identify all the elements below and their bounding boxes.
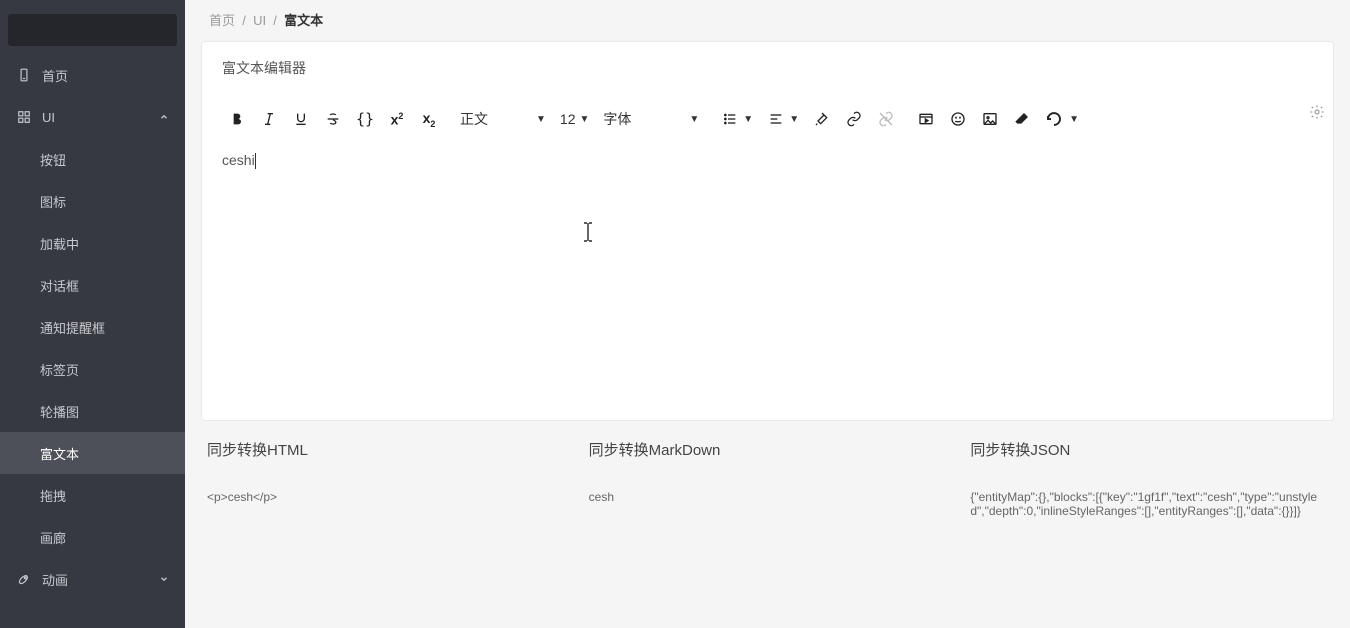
font-family-value: 字体 xyxy=(603,109,631,129)
sidebar-item-gallery[interactable]: 画廊 xyxy=(0,516,185,558)
image-button[interactable] xyxy=(975,104,1005,134)
sidebar-item-icon[interactable]: 图标 xyxy=(0,180,185,222)
text-cursor-icon xyxy=(582,222,594,242)
sidebar-item-carousel[interactable]: 轮播图 xyxy=(0,390,185,432)
sidebar-item-label: 首页 xyxy=(42,66,68,85)
breadcrumb-link[interactable]: UI xyxy=(253,13,266,28)
sidebar-item-drag[interactable]: 拖拽 xyxy=(0,474,185,516)
sidebar-item-label: 轮播图 xyxy=(40,402,79,421)
sidebar-item-animation[interactable]: 动画 xyxy=(0,558,185,600)
rocket-icon xyxy=(16,571,32,587)
strikethrough-button[interactable] xyxy=(318,104,348,134)
breadcrumb-link[interactable]: 首页 xyxy=(209,13,235,28)
gear-icon[interactable] xyxy=(1309,104,1325,120)
sidebar-item-notification[interactable]: 通知提醒框 xyxy=(0,306,185,348)
output-html: 同步转换HTML <p>cesh</p> xyxy=(207,439,565,518)
sidebar-item-label: 动画 xyxy=(42,570,68,589)
unlink-button[interactable] xyxy=(871,104,901,134)
editor-text: ceshi xyxy=(222,152,255,168)
sidebar-item-home[interactable]: 首页 xyxy=(0,54,185,96)
code-button[interactable]: {} xyxy=(350,104,380,134)
output-panels: 同步转换HTML <p>cesh</p> 同步转换MarkDown cesh 同… xyxy=(185,421,1350,536)
main-content: 首页 / UI / 富文本 富文本编辑器 {} x2 x2 正文 ▼ 12▼ xyxy=(185,0,1350,628)
sidebar-item-label: 对话框 xyxy=(40,276,79,295)
media-button[interactable] xyxy=(911,104,941,134)
sidebar-item-label: 图标 xyxy=(40,192,66,211)
caret-down-icon[interactable]: ▼ xyxy=(743,114,753,125)
file-icon xyxy=(16,67,32,83)
output-body: cesh xyxy=(589,490,947,504)
caret-down-icon[interactable]: ▼ xyxy=(789,114,799,125)
font-size-value: 12 xyxy=(560,111,576,127)
sidebar-item-label: 拖拽 xyxy=(40,486,66,505)
sidebar: 首页 UI 按钮 图标 加载中 对话框 通知提醒框 标签页 轮播图 富文本 拖拽… xyxy=(0,0,185,628)
caret-down-icon: ▼ xyxy=(689,114,699,125)
sidebar-item-dialog[interactable]: 对话框 xyxy=(0,264,185,306)
sidebar-item-tabs[interactable]: 标签页 xyxy=(0,348,185,390)
sidebar-item-button[interactable]: 按钮 xyxy=(0,138,185,180)
editor-content-area[interactable]: ceshi xyxy=(202,140,1333,420)
editor-card: 富文本编辑器 {} x2 x2 正文 ▼ 12▼ 字体 ▼ xyxy=(201,41,1334,421)
chevron-down-icon xyxy=(159,574,169,584)
sidebar-item-ui[interactable]: UI xyxy=(0,96,185,138)
sidebar-item-label: 画廊 xyxy=(40,528,66,547)
color-button[interactable] xyxy=(807,104,837,134)
output-body: <p>cesh</p> xyxy=(207,490,565,504)
breadcrumb: 首页 / UI / 富文本 xyxy=(185,0,1350,29)
eraser-button[interactable] xyxy=(1007,104,1037,134)
output-title: 同步转换JSON xyxy=(970,439,1328,460)
text-caret xyxy=(255,153,256,169)
output-title: 同步转换MarkDown xyxy=(589,439,947,460)
sidebar-item-label: 通知提醒框 xyxy=(40,318,105,337)
block-format-select[interactable]: 正文 ▼ xyxy=(454,104,552,134)
output-markdown: 同步转换MarkDown cesh xyxy=(589,439,947,518)
sidebar-item-label: 标签页 xyxy=(40,360,79,379)
superscript-button[interactable]: x2 xyxy=(382,104,412,134)
font-family-select[interactable]: 字体 ▼ xyxy=(597,104,705,134)
sidebar-item-label: 加载中 xyxy=(40,234,79,253)
sidebar-menu: 首页 UI 按钮 图标 加载中 对话框 通知提醒框 标签页 轮播图 富文本 拖拽… xyxy=(0,54,185,628)
card-title: 富文本编辑器 xyxy=(202,42,1333,94)
link-button[interactable] xyxy=(839,104,869,134)
ui-icon xyxy=(16,109,32,125)
output-json: 同步转换JSON {"entityMap":{},"blocks":[{"key… xyxy=(970,439,1328,518)
underline-button[interactable] xyxy=(286,104,316,134)
output-body: {"entityMap":{},"blocks":[{"key":"1gf1f"… xyxy=(970,490,1328,518)
caret-down-icon: ▼ xyxy=(536,114,546,125)
sidebar-item-loading[interactable]: 加载中 xyxy=(0,222,185,264)
font-size-select[interactable]: 12▼ xyxy=(554,104,595,134)
align-button[interactable] xyxy=(761,104,791,134)
sidebar-item-label: 富文本 xyxy=(40,444,79,463)
logo-placeholder xyxy=(8,14,177,46)
output-title: 同步转换HTML xyxy=(207,439,565,460)
sidebar-item-label: 按钮 xyxy=(40,150,66,169)
block-format-value: 正文 xyxy=(460,109,488,129)
emoji-button[interactable] xyxy=(943,104,973,134)
italic-button[interactable] xyxy=(254,104,284,134)
list-button[interactable] xyxy=(715,104,745,134)
breadcrumb-current: 富文本 xyxy=(284,13,323,28)
editor-toolbar: {} x2 x2 正文 ▼ 12▼ 字体 ▼ ▼ ▼ xyxy=(202,94,1333,140)
chevron-up-icon xyxy=(159,112,169,122)
subscript-button[interactable]: x2 xyxy=(414,104,444,134)
undo-button[interactable] xyxy=(1039,104,1069,134)
bold-button[interactable] xyxy=(222,104,252,134)
caret-down-icon[interactable]: ▼ xyxy=(1069,114,1079,125)
sidebar-item-richtext[interactable]: 富文本 xyxy=(0,432,185,474)
sidebar-item-label: UI xyxy=(42,110,55,125)
caret-down-icon: ▼ xyxy=(579,114,589,125)
